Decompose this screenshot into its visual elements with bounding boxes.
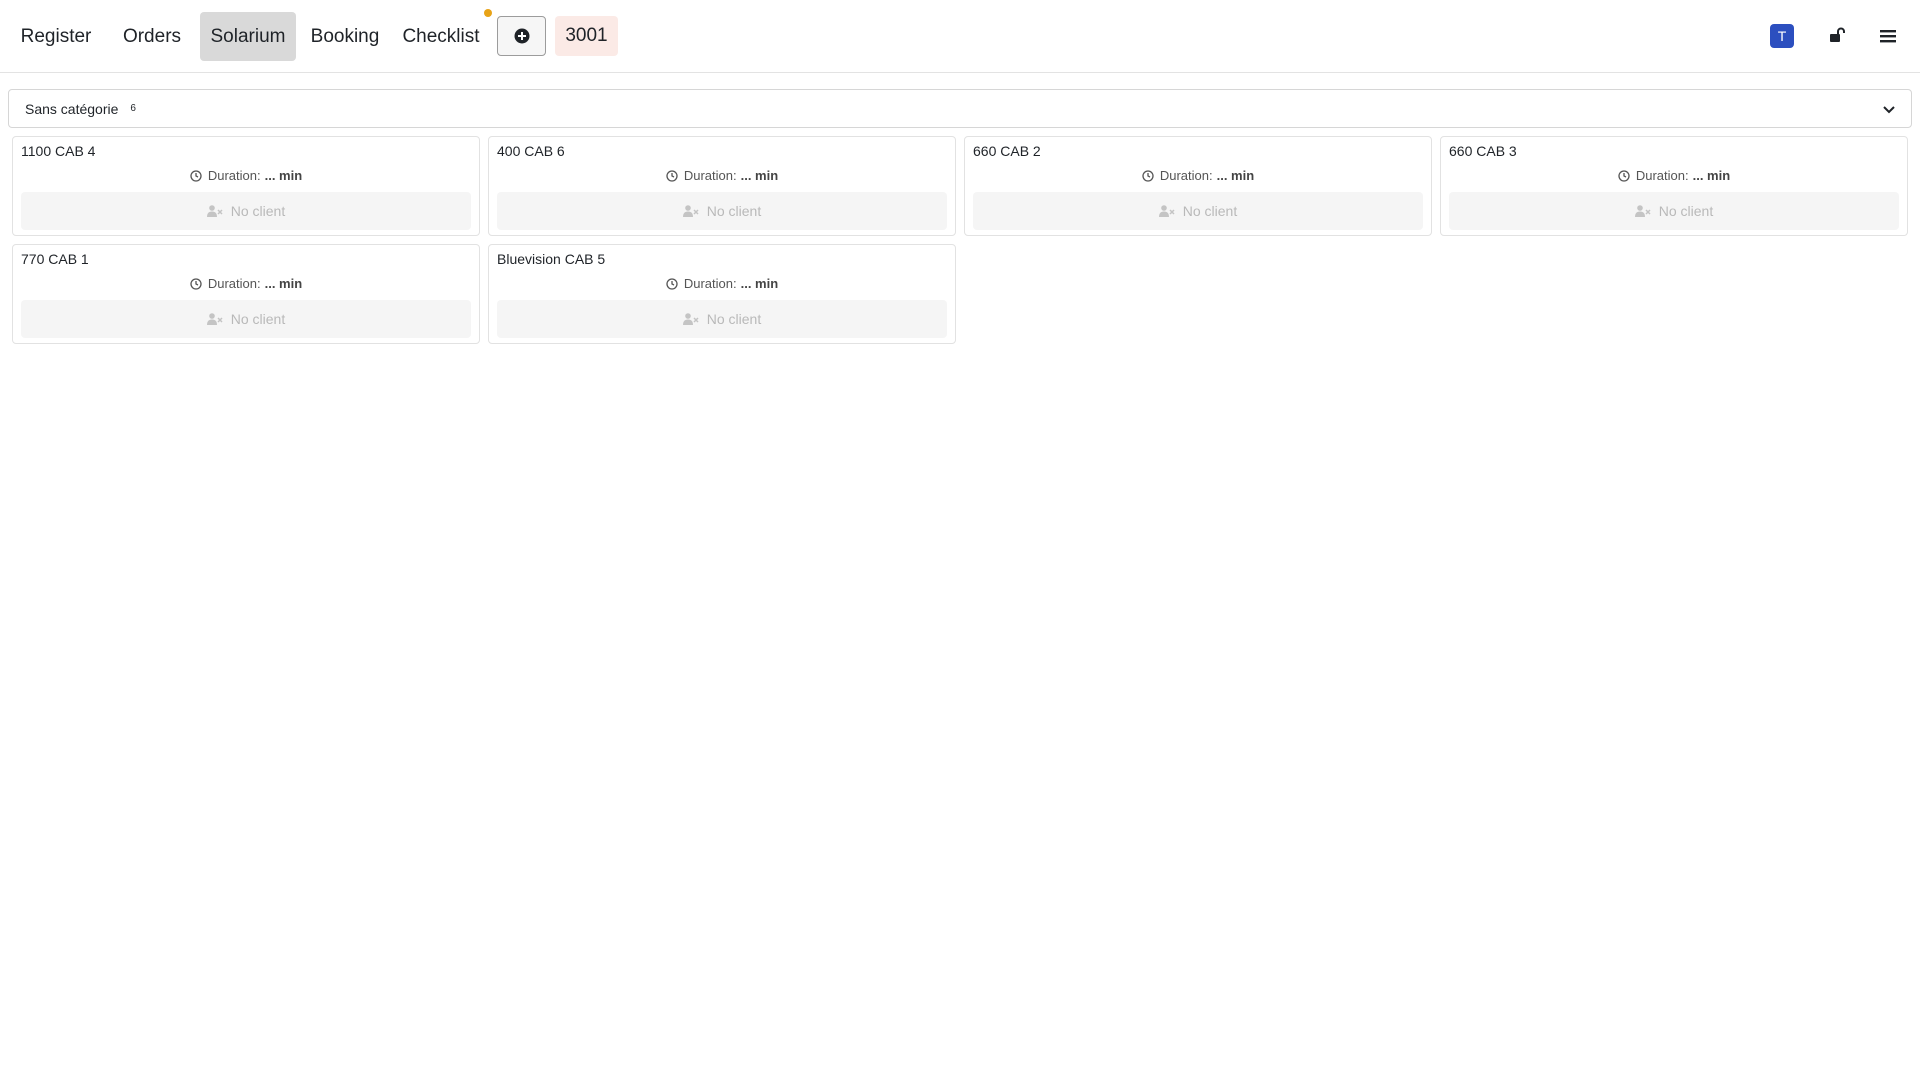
cabin-name: 400 CAB 6 xyxy=(497,143,565,159)
table-number-badge[interactable]: 3001 xyxy=(555,16,618,56)
duration-label: Duration: xyxy=(683,276,737,291)
unlock-icon xyxy=(1828,27,1846,45)
duration-label: Duration: xyxy=(683,168,737,183)
cabin-card[interactable]: 1100 CAB 4 Duration: ... min No client xyxy=(12,136,480,236)
cabin-card[interactable]: Bluevision CAB 5 Duration: ... min No cl… xyxy=(488,244,956,344)
duration-label: Duration: xyxy=(207,276,261,291)
duration-value: ... min xyxy=(1216,168,1255,183)
duration-label: Duration: xyxy=(207,168,261,183)
client-slot[interactable]: No client xyxy=(21,300,471,338)
user-slash-icon xyxy=(206,205,223,217)
cabin-duration: Duration: ... min xyxy=(965,168,1431,183)
client-slot[interactable]: No client xyxy=(21,192,471,230)
checklist-notification-dot xyxy=(484,9,492,17)
clock-icon xyxy=(1142,169,1154,182)
cabin-card[interactable]: 400 CAB 6 Duration: ... min No client xyxy=(488,136,956,236)
cabin-duration: Duration: ... min xyxy=(489,168,955,183)
user-slash-icon xyxy=(1158,205,1175,217)
tab-orders[interactable]: Orders xyxy=(114,12,190,61)
cabin-name: 660 CAB 3 xyxy=(1449,143,1517,159)
client-label: No client xyxy=(706,311,762,327)
duration-value: ... min xyxy=(1692,168,1731,183)
cabin-duration: Duration: ... min xyxy=(1441,168,1907,183)
cabin-duration: Duration: ... min xyxy=(489,276,955,291)
client-label: No client xyxy=(706,203,762,219)
clock-icon xyxy=(666,277,678,290)
client-label: No client xyxy=(230,203,286,219)
user-slash-icon xyxy=(206,313,223,325)
hamburger-menu-icon xyxy=(1879,28,1897,44)
category-count: 6 xyxy=(130,103,136,114)
plus-circle-icon xyxy=(514,28,530,44)
cabin-name: Bluevision CAB 5 xyxy=(497,251,606,267)
tab-solarium[interactable]: Solarium xyxy=(200,12,296,61)
duration-label: Duration: xyxy=(1635,168,1689,183)
clock-icon xyxy=(666,169,678,182)
client-slot[interactable]: No client xyxy=(1449,192,1899,230)
cabin-name: 770 CAB 1 xyxy=(21,251,89,267)
category-header[interactable]: Sans catégorie 6 xyxy=(8,89,1912,128)
cabin-card[interactable]: 660 CAB 2 Duration: ... min No client xyxy=(964,136,1432,236)
client-slot[interactable]: No client xyxy=(497,300,947,338)
user-slash-icon xyxy=(1634,205,1651,217)
user-avatar[interactable]: T xyxy=(1770,24,1794,48)
tab-booking[interactable]: Booking xyxy=(303,12,387,61)
client-slot[interactable]: No client xyxy=(497,192,947,230)
cabin-name: 660 CAB 2 xyxy=(973,143,1041,159)
chevron-down-icon[interactable] xyxy=(1881,101,1897,117)
menu-button[interactable] xyxy=(1876,24,1900,48)
cabin-card[interactable]: 660 CAB 3 Duration: ... min No client xyxy=(1440,136,1908,236)
duration-value: ... min xyxy=(264,168,303,183)
clock-icon xyxy=(190,277,202,290)
client-slot[interactable]: No client xyxy=(973,192,1423,230)
client-label: No client xyxy=(1182,203,1238,219)
duration-label: Duration: xyxy=(1159,168,1213,183)
duration-value: ... min xyxy=(740,168,779,183)
client-label: No client xyxy=(1658,203,1714,219)
category-name: Sans catégorie xyxy=(25,100,119,117)
tab-checklist[interactable]: Checklist xyxy=(397,12,485,61)
tab-register[interactable]: Register xyxy=(12,12,100,61)
add-button[interactable] xyxy=(497,16,546,56)
cabin-card[interactable]: 770 CAB 1 Duration: ... min No client xyxy=(12,244,480,344)
cabin-name: 1100 CAB 4 xyxy=(21,143,96,159)
user-slash-icon xyxy=(682,313,699,325)
cabin-grid: 1100 CAB 4 Duration: ... min No client 4… xyxy=(12,136,1908,344)
clock-icon xyxy=(1618,169,1630,182)
client-label: No client xyxy=(230,311,286,327)
user-slash-icon xyxy=(682,205,699,217)
top-navigation-bar: Register Orders Solarium Booking Checkli… xyxy=(0,0,1920,73)
duration-value: ... min xyxy=(264,276,303,291)
cabin-duration: Duration: ... min xyxy=(13,168,479,183)
lock-button[interactable] xyxy=(1825,24,1849,48)
duration-value: ... min xyxy=(740,276,779,291)
cabin-duration: Duration: ... min xyxy=(13,276,479,291)
clock-icon xyxy=(190,169,202,182)
